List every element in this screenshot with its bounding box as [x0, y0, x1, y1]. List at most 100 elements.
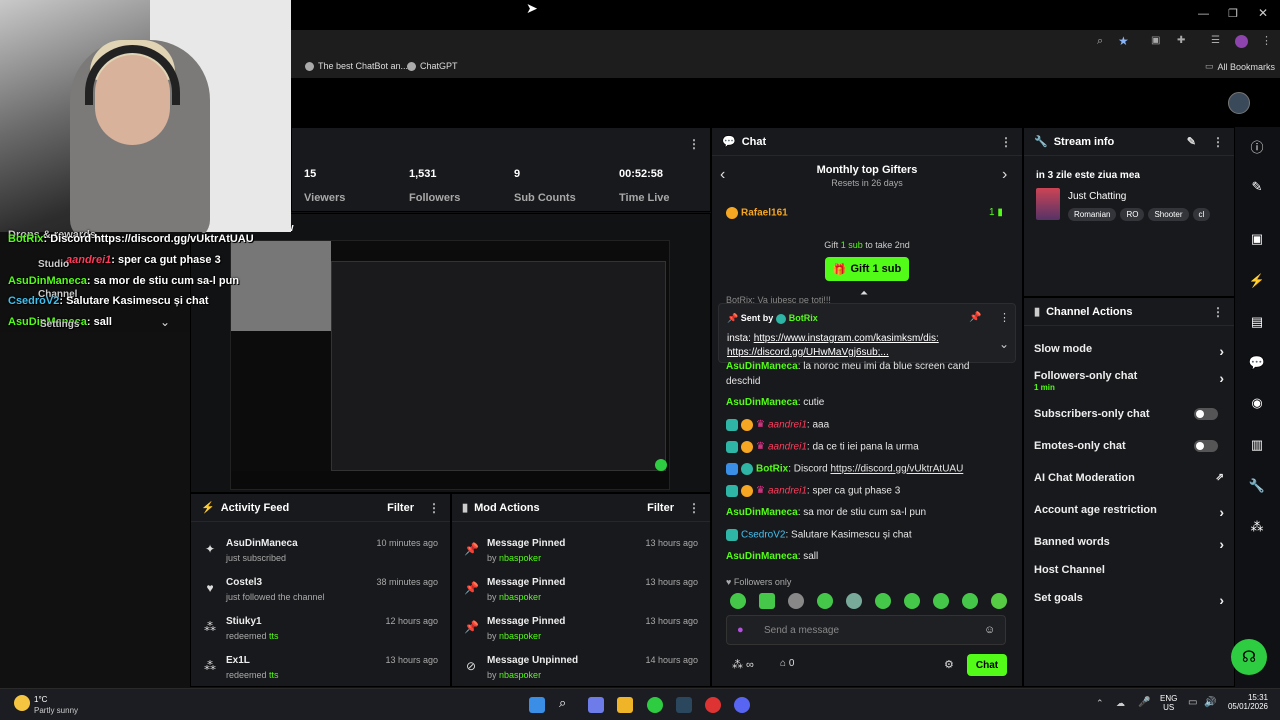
volume-icon[interactable]: 🔊	[1204, 697, 1216, 708]
chat-username[interactable]: AsuDinManeca	[726, 361, 798, 372]
search-icon[interactable]: ⌕	[559, 695, 575, 711]
pencil-icon[interactable]: ✎	[1247, 179, 1267, 199]
tag-chip[interactable]: cl	[1192, 208, 1211, 221]
action-followers-only[interactable]: Followers-only chat 1 min ›	[1034, 370, 1224, 392]
activity-filter-button[interactable]: Filter	[387, 502, 414, 514]
chat-message[interactable]: AsuDinManeca: cutie	[726, 397, 824, 408]
bookmark-chatbot[interactable]: The best ChatBot an...	[305, 61, 408, 71]
mod-kebab-icon[interactable]: ⋮	[688, 501, 700, 515]
action-slow-mode[interactable]: Slow mode ›	[1034, 343, 1224, 359]
activity-item[interactable]: ♥ Costel3 just followed the channel 38 m…	[191, 573, 450, 613]
chat-message[interactable]: ♛ aandrei1: da ce ti iei pana la urma	[726, 441, 919, 453]
overlay-menu-studio[interactable]: Studio	[38, 259, 69, 270]
chat-username[interactable]: AsuDinManeca	[726, 507, 798, 518]
chat-username[interactable]: AsuDinManeca	[726, 551, 798, 562]
collapse-icon[interactable]: ⏶	[860, 288, 868, 299]
chat-message[interactable]: BotRix: Discord https://discord.gg/vUktr…	[726, 463, 963, 475]
emote-icon[interactable]	[759, 593, 775, 609]
activity-item[interactable]: ⁂ Ex1L redeemed tts 13 hours ago	[191, 651, 450, 691]
mod-action-item[interactable]: ⊘ Message Unpinned by nbaspoker 14 hours…	[452, 651, 710, 691]
document-icon[interactable]: ▤	[1247, 314, 1267, 334]
tag-chip[interactable]: Romanian	[1068, 208, 1117, 221]
pinned-message[interactable]: 📌 Sent by BotRix 📌 ⋮ insta: https://www.…	[718, 303, 1016, 363]
clock[interactable]: 15:31 05/01/2026	[1220, 693, 1268, 711]
chat-input[interactable]: ● Send a message ☺	[726, 615, 1006, 645]
support-headset-icon[interactable]: ☊	[1231, 639, 1267, 675]
emotes-only-toggle[interactable]	[1194, 440, 1218, 452]
activity-item[interactable]: ✦ AsuDinManeca just subscribed 10 minute…	[191, 534, 450, 574]
emote-icon[interactable]	[730, 593, 746, 609]
tray-chevron-icon[interactable]: ⌃	[1096, 698, 1104, 709]
stream-preview-video[interactable]	[230, 240, 670, 490]
mod-filter-button[interactable]: Filter	[647, 502, 674, 514]
puzzle-icon[interactable]: ✚	[1177, 35, 1185, 46]
chat-message[interactable]: AsuDinManeca: sall	[726, 551, 818, 562]
chat-message[interactable]: ♛ aandrei1: aaa	[726, 419, 829, 431]
chat-link[interactable]: https://discord.gg/vUktrAtUAU	[830, 464, 963, 475]
expand-pinned-icon[interactable]: ⌄	[999, 337, 1009, 351]
mod-action-item[interactable]: 📌 Message Pinned by nbaspoker 13 hours a…	[452, 573, 710, 613]
chat-username[interactable]: aandrei1	[768, 486, 807, 497]
profile-avatar[interactable]	[1235, 35, 1248, 48]
overlay-menu-settings[interactable]: Settings	[40, 319, 79, 330]
zoom-icon[interactable]: ⌕	[1097, 35, 1103, 48]
tools-icon[interactable]: 🔧	[1247, 478, 1267, 498]
discord-icon[interactable]	[734, 697, 750, 713]
tag-chip[interactable]: Shooter	[1148, 208, 1189, 221]
category-name[interactable]: Just Chatting	[1068, 191, 1126, 202]
close-window-icon[interactable]: ✕	[1258, 6, 1268, 20]
mic-tray-icon[interactable]: 🎤	[1138, 697, 1150, 708]
pinned-kebab-icon[interactable]: ⋮	[999, 311, 1010, 324]
info-icon[interactable]: ⓘ	[1247, 137, 1267, 157]
chat-message[interactable]: ♛ aandrei1: sper ca gut phase 3	[726, 485, 900, 497]
points-icon[interactable]: ⁂	[1247, 519, 1267, 539]
emote-icon[interactable]	[904, 593, 920, 609]
emote-icon[interactable]	[875, 593, 891, 609]
media-icon[interactable]: ☰	[1211, 35, 1220, 46]
chat-send-button[interactable]: Chat	[967, 654, 1007, 676]
activity-kebab-icon[interactable]: ⋮	[428, 501, 440, 515]
chat-username[interactable]: aandrei1	[768, 442, 807, 453]
language-indicator[interactable]: ENG US	[1160, 694, 1177, 712]
chat-kebab-icon[interactable]: ⋮	[1000, 135, 1012, 149]
emote-icon[interactable]	[991, 593, 1007, 609]
steam-icon[interactable]	[676, 697, 692, 713]
mod-action-item[interactable]: 📌 Message Pinned by nbaspoker 13 hours a…	[452, 612, 710, 652]
gift-sub-button[interactable]: 🎁 Gift 1 sub	[825, 257, 909, 281]
mic-icon[interactable]: ●	[737, 624, 744, 636]
emote-icon[interactable]	[933, 593, 949, 609]
weather-icon[interactable]	[14, 695, 30, 711]
mod-action-item[interactable]: 📌 Message Pinned by nbaspoker 13 hours a…	[452, 534, 710, 574]
chat-points[interactable]: ⌂ 0	[780, 658, 794, 669]
tray-app-icon[interactable]: ☁	[1116, 698, 1125, 709]
chat-username[interactable]: aandrei1	[768, 420, 807, 431]
copilot-icon[interactable]	[588, 697, 604, 713]
bookmark-chatgpt[interactable]: ChatGPT	[407, 61, 458, 71]
emoji-icon[interactable]: ☺	[984, 624, 995, 636]
chat-icon[interactable]: 💬	[1247, 355, 1267, 375]
layout-icon[interactable]: ▥	[1247, 437, 1267, 457]
action-host-channel[interactable]: Host Channel	[1034, 564, 1224, 576]
action-set-goals[interactable]: Set goals ›	[1034, 592, 1224, 608]
chevron-down-icon[interactable]: ⌄	[160, 315, 170, 329]
extension-icon[interactable]: ▣	[1151, 35, 1160, 46]
windows-start-icon[interactable]	[529, 697, 545, 713]
maximize-icon[interactable]: ❐	[1228, 7, 1238, 20]
subscribers-only-toggle[interactable]	[1194, 408, 1218, 420]
file-explorer-icon[interactable]	[617, 697, 633, 713]
emote-icon[interactable]	[962, 593, 978, 609]
category-thumbnail[interactable]	[1036, 188, 1060, 220]
chat-message[interactable]: CsedroV2: Salutare Kasimescu și chat	[726, 529, 912, 541]
all-bookmarks[interactable]: ▭ All Bookmarks	[1205, 61, 1275, 72]
camera-icon[interactable]: ▣	[1247, 231, 1267, 251]
menu-kebab-icon[interactable]: ⋮	[1261, 34, 1272, 47]
activity-item[interactable]: ⁂ Stiuky1 redeemed tts 12 hours ago	[191, 612, 450, 652]
star-icon[interactable]: ★	[1118, 34, 1129, 48]
app-icon[interactable]	[705, 697, 721, 713]
minimize-icon[interactable]: —	[1198, 8, 1209, 20]
stream-info-kebab-icon[interactable]: ⋮	[1212, 135, 1224, 149]
top-gifter[interactable]: Rafael161	[726, 207, 788, 219]
emote-icon[interactable]	[788, 593, 804, 609]
emote-icon[interactable]	[846, 593, 862, 609]
stats-kebab-icon[interactable]: ⋮	[688, 137, 700, 151]
